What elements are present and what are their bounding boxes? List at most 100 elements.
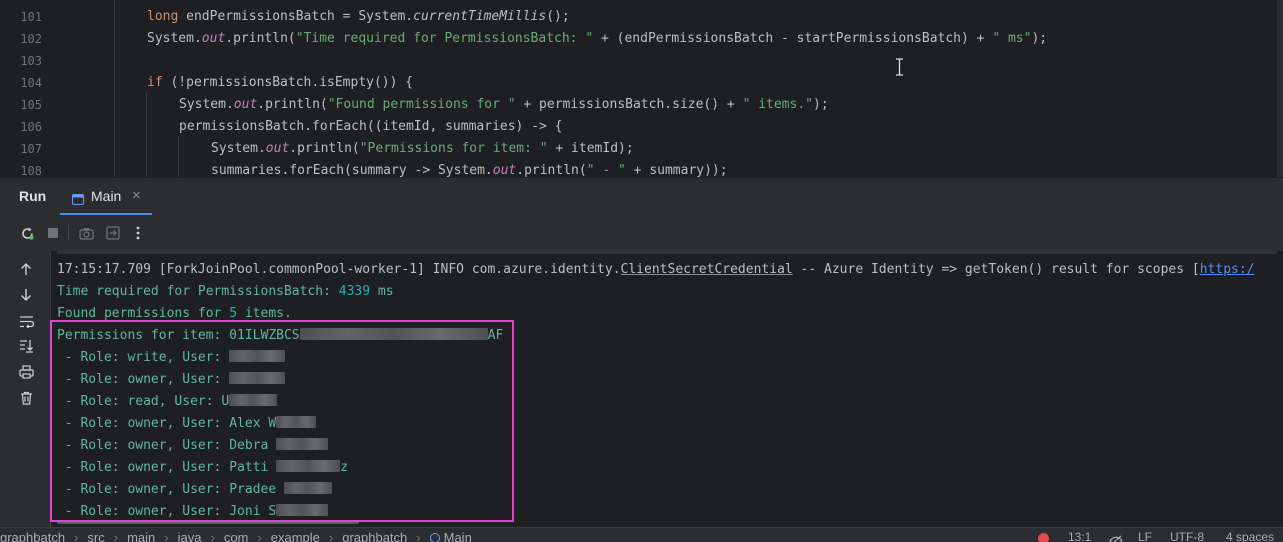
string-literal: "Permissions for item: " — [359, 141, 548, 156]
line-number: 102 — [20, 32, 42, 46]
console-horizontal-scrollbar[interactable] — [57, 520, 359, 524]
redacted-blur — [276, 438, 329, 450]
arrow-up-icon[interactable] — [17, 260, 35, 278]
redacted-blur — [299, 328, 488, 340]
user-prefix: , User: — [166, 482, 230, 497]
console-side-toolbar — [0, 251, 51, 527]
code-line-108: summaries.forEach(summary -> System.out.… — [211, 163, 728, 177]
editor-scrollbar[interactable] — [1277, 0, 1283, 177]
output-text: Time required for PermissionsBatch: — [57, 284, 339, 299]
breadcrumb-item[interactable]: main — [127, 530, 155, 542]
code-line-101: long endPermissionsBatch = System.curren… — [147, 9, 570, 24]
indent-setting[interactable]: 4 spaces — [1226, 530, 1274, 542]
tab-main[interactable]: Main × — [60, 178, 152, 216]
chevron-right-icon: › — [416, 530, 421, 542]
code-text: .println( — [257, 97, 328, 112]
code-text: + permissionsBatch.size() + — [515, 97, 743, 112]
code-line-105: System.out.println("Found permissions fo… — [179, 97, 829, 112]
print-icon[interactable] — [17, 363, 35, 381]
exit-icon[interactable] — [104, 224, 122, 242]
code-text: System. — [211, 141, 266, 156]
console-output[interactable]: 17:15:17.709 [ForkJoinPool.commonPool-wo… — [51, 251, 1283, 527]
trash-icon[interactable] — [17, 389, 35, 407]
code-text: endPermissionsBatch = System. — [178, 9, 414, 24]
console-line-role: - Role: owner, User: Debra — [57, 438, 329, 453]
field-name: out — [233, 97, 258, 112]
line-number: 106 — [20, 120, 42, 134]
class-link[interactable]: ClientSecretCredential — [621, 262, 793, 277]
code-text: ); — [1031, 31, 1048, 46]
more-options-icon[interactable] — [129, 224, 147, 242]
code-text: + (endPermissionsBatch - startPermission… — [593, 31, 993, 46]
string-literal: " items." — [742, 97, 814, 112]
user-value: Debra — [229, 438, 269, 453]
code-line-107: System.out.println("Permissions for item… — [211, 141, 634, 156]
console-line-role: - Role: owner, User: Patti z — [57, 460, 348, 475]
output-text: ms — [370, 284, 394, 299]
close-icon[interactable]: × — [132, 187, 141, 204]
code-line-104: if (!permissionsBatch.isEmpty()) { — [147, 75, 413, 90]
status-bar: graphbatch › src › main › java › com › example › gra… — [0, 527, 1283, 542]
hide-icon[interactable] — [1109, 531, 1123, 542]
arrow-down-icon[interactable] — [17, 286, 35, 304]
url-link[interactable]: https:/ — [1200, 262, 1255, 277]
breadcrumb-item[interactable]: java — [178, 530, 202, 542]
role-prefix: - Role: — [57, 394, 128, 409]
console-line-found: Found permissions for 5 items. — [57, 306, 292, 321]
line-number: 103 — [20, 54, 42, 68]
string-literal: " ms" — [992, 31, 1032, 46]
indent-guide — [178, 136, 179, 177]
console-line-item: Permissions for item: 01ILWZBCS AF — [57, 328, 503, 343]
string-literal: " - " — [586, 163, 626, 177]
string-literal: "Found permissions for " — [327, 97, 516, 112]
tab-label: Main — [91, 188, 122, 204]
code-text: .println( — [289, 141, 360, 156]
breadcrumb-item[interactable]: graphbatch — [0, 530, 65, 542]
console-line-role: - Role: owner, User: Joni S — [57, 504, 329, 519]
output-text: Permissions for item: 01ILWZBCS — [57, 328, 300, 343]
role-value: owner — [127, 460, 167, 475]
role-prefix: - Role: — [57, 460, 128, 475]
rerun-icon[interactable] — [18, 224, 36, 242]
line-separator[interactable]: LF — [1138, 530, 1152, 542]
redacted-blur — [229, 394, 278, 406]
keyword: long — [147, 9, 179, 24]
redacted-blur — [276, 460, 341, 472]
breadcrumb-item[interactable]: Main — [444, 530, 472, 542]
user-value: Alex W — [229, 416, 277, 431]
role-value: owner — [127, 416, 167, 431]
scroll-to-end-icon[interactable] — [17, 337, 35, 355]
text-cursor-icon — [895, 58, 904, 76]
breadcrumb-item[interactable]: com — [224, 530, 249, 542]
user-prefix: , User: — [166, 504, 230, 519]
camera-icon[interactable] — [77, 224, 95, 242]
field-name: out — [201, 31, 226, 46]
user-prefix: , User: — [166, 460, 230, 475]
breadcrumb-item[interactable]: src — [87, 530, 104, 542]
code-editor[interactable]: 101 102 103 104 105 106 107 108 long end… — [0, 0, 1283, 177]
code-text: (!permissionsBatch.isEmpty()) { — [162, 75, 414, 90]
breadcrumb-item[interactable]: graphbatch — [342, 530, 407, 542]
output-text: AF — [487, 328, 504, 343]
toolbar-divider — [68, 225, 69, 241]
console-line-partial — [57, 251, 1277, 257]
method-name: currentTimeMillis — [413, 9, 547, 24]
console-line-role: - Role: owner, User: — [57, 372, 286, 387]
breadcrumb-item[interactable]: example — [271, 530, 320, 542]
soft-wrap-icon[interactable] — [17, 312, 35, 330]
console-line-log: 17:15:17.709 [ForkJoinPool.commonPool-wo… — [57, 262, 1255, 277]
field-name: out — [492, 163, 517, 177]
role-value: owner — [127, 372, 167, 387]
caret-position[interactable]: 13:1 — [1068, 530, 1091, 542]
user-value: Patti — [229, 460, 269, 475]
code-line-106: permissionsBatch.forEach((itemId, summar… — [179, 119, 563, 134]
file-encoding[interactable]: UTF-8 — [1170, 530, 1204, 542]
code-line-102: System.out.println("Time required for Pe… — [147, 31, 1047, 46]
console-line-role: - Role: write, User: — [57, 350, 286, 365]
user-prefix: , User: — [158, 394, 222, 409]
field-name: out — [265, 141, 290, 156]
role-prefix: - Role: — [57, 350, 128, 365]
stop-icon[interactable] — [44, 224, 62, 242]
redacted-blur — [276, 416, 317, 428]
role-prefix: - Role: — [57, 372, 128, 387]
